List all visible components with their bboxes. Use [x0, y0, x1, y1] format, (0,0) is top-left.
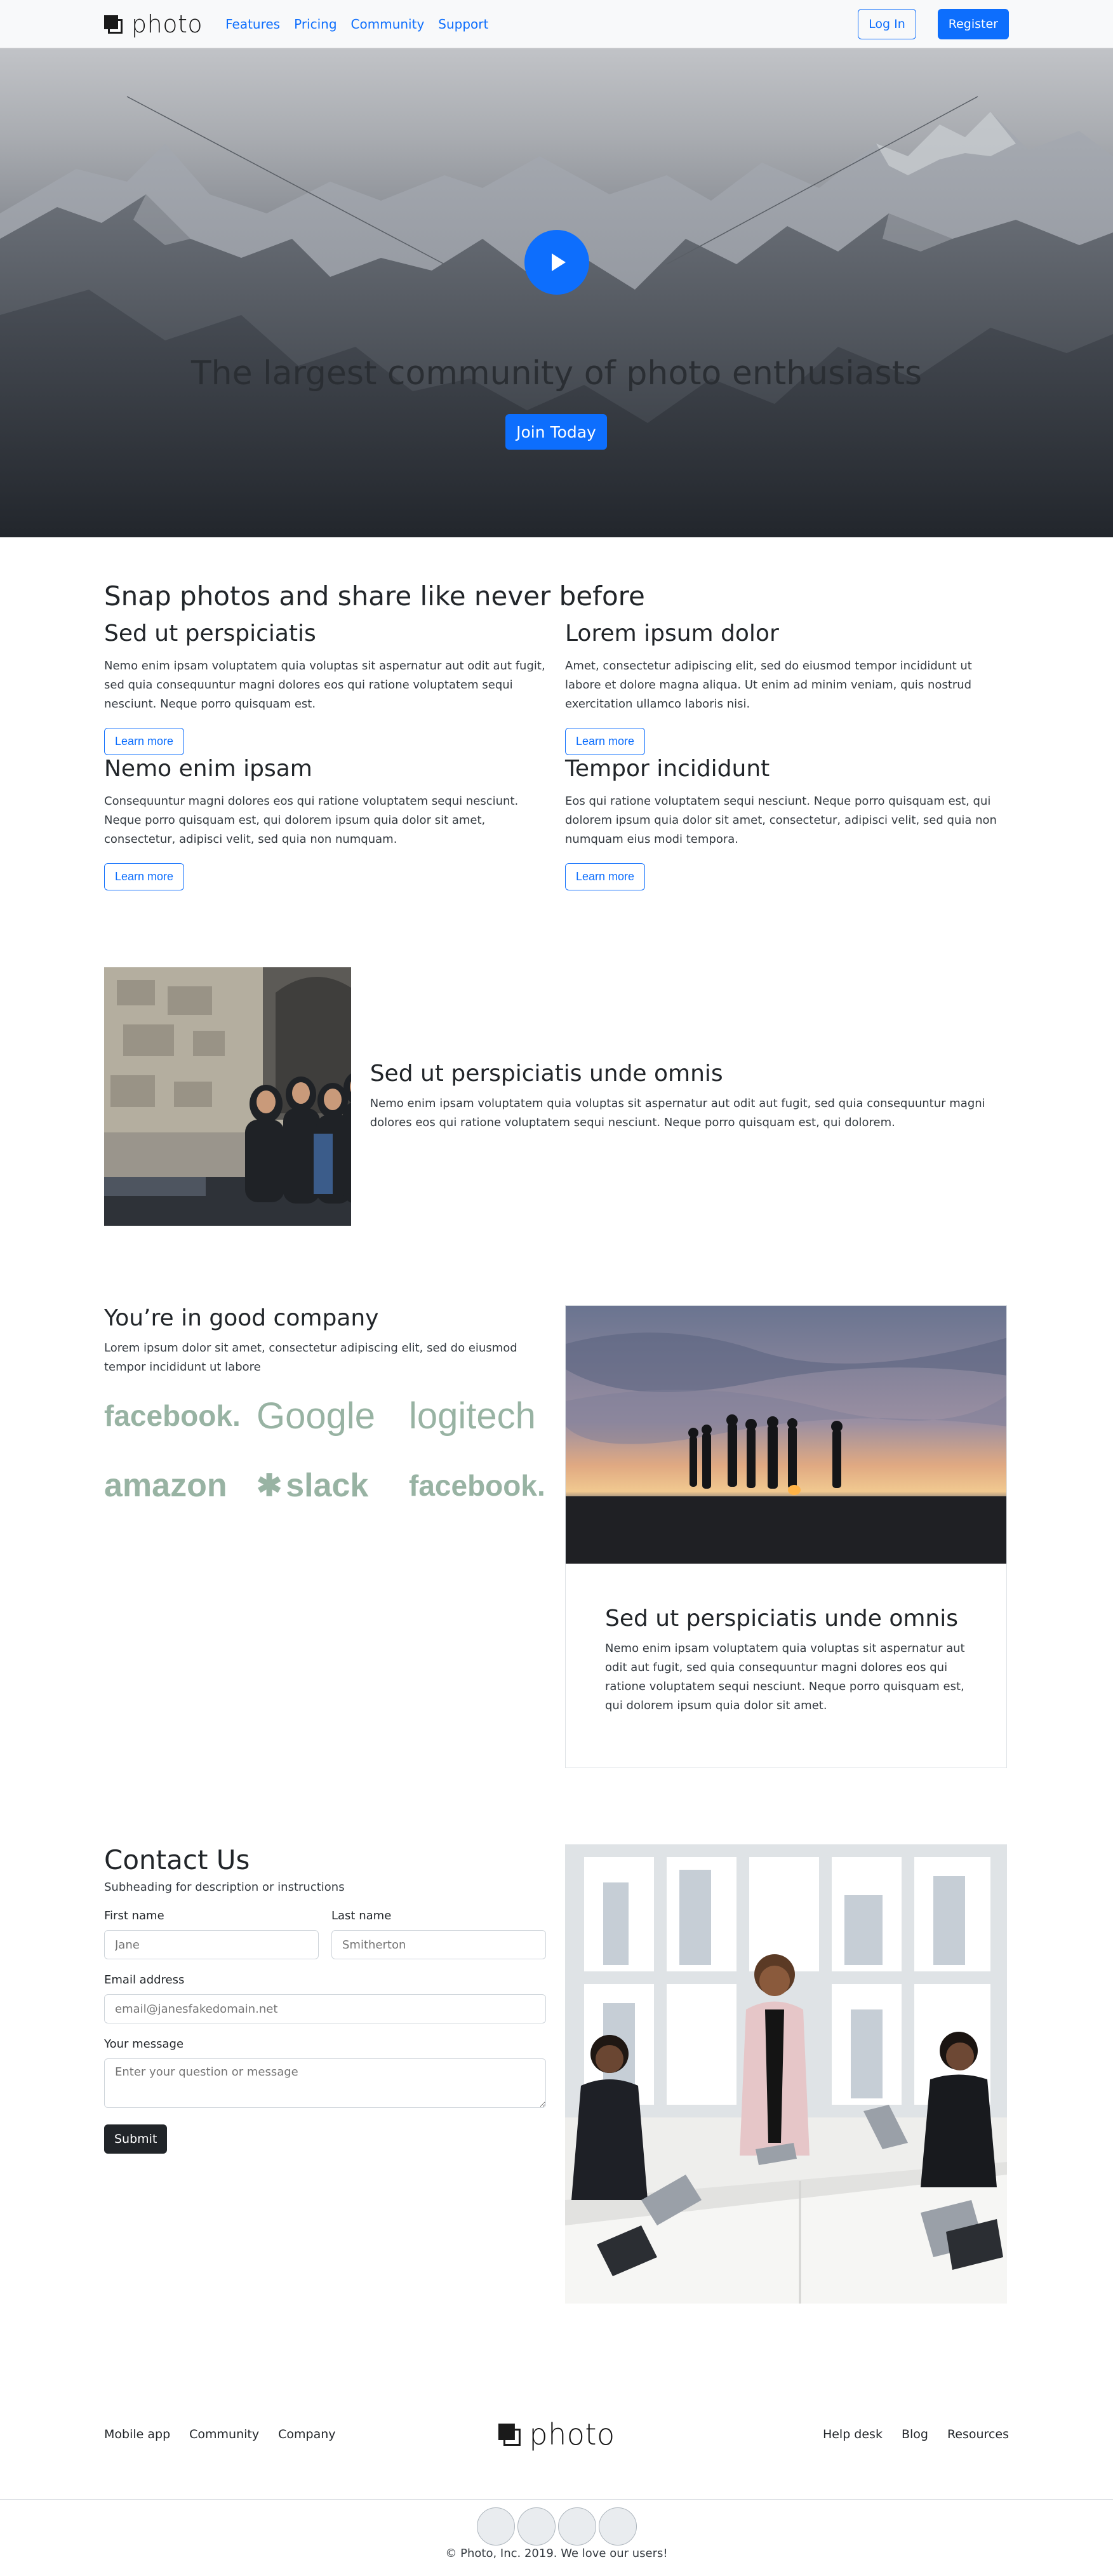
feature-text: Nemo enim ipsam voluptatem quia voluptas…: [104, 659, 545, 711]
company-section: You’re in good company Lorem ipsum dolor…: [104, 1305, 1009, 1768]
group-selfie-image: [104, 967, 351, 1226]
play-icon: [552, 253, 566, 271]
email-label: Email address: [104, 1973, 185, 1987]
slack-logo: ✱ slack: [257, 1467, 369, 1504]
play-video-button[interactable]: [524, 230, 589, 295]
submit-button[interactable]: Submit: [104, 2124, 168, 2154]
feature-row-section: Sed ut perspiciatis unde omnis Nemo enim…: [104, 967, 1009, 1226]
brand-logo-icon: [498, 2423, 521, 2446]
office-meeting-image: [565, 1844, 1007, 2304]
feature-text: Amet, consectetur adipiscing elit, sed d…: [565, 659, 972, 711]
contact-section: Contact Us Subheading for description or…: [104, 1844, 1009, 2304]
social-icon[interactable]: [476, 2507, 515, 2546]
last-name-input[interactable]: [331, 1930, 546, 1959]
social-links: [476, 2507, 637, 2546]
learn-more-button[interactable]: Learn more: [104, 863, 185, 890]
learn-more-button[interactable]: Learn more: [104, 728, 185, 755]
feature-item: Lorem ipsum dolor Amet, consectetur adip…: [565, 621, 1007, 756]
social-icon[interactable]: [598, 2507, 637, 2546]
brand-name: photo: [131, 10, 203, 38]
message-label: Your message: [104, 2037, 184, 2051]
message-textarea[interactable]: [104, 2058, 546, 2108]
feature-text: Consequuntur magni dolores eos qui ratio…: [104, 795, 519, 846]
footer-left-links: Mobile app Community Company: [104, 2427, 336, 2441]
nav-link-features[interactable]: Features: [225, 17, 280, 32]
facebook-logo: facebook.: [409, 1469, 545, 1502]
social-icon[interactable]: [517, 2507, 556, 2546]
partner-logos: facebook. Google logitech amazon ✱ slack …: [104, 1393, 546, 1508]
nav-links: Features Pricing Community Support: [225, 17, 488, 32]
feature-row-heading: Sed ut perspiciatis unde omnis: [370, 1061, 723, 1087]
google-logo: Google: [257, 1395, 376, 1437]
login-button[interactable]: Log In: [858, 9, 916, 39]
footer-brand-logo[interactable]: photo: [498, 2417, 615, 2452]
feature-item: Tempor incididunt Eos qui ratione volupt…: [565, 756, 1007, 891]
join-today-button[interactable]: Join Today: [505, 414, 607, 450]
company-text: Lorem ipsum dolor sit amet, consectetur …: [104, 1341, 517, 1374]
feature-card: Sed ut perspiciatis unde omnis Nemo enim…: [565, 1305, 1007, 1768]
amazon-logo: amazon: [104, 1467, 227, 1504]
learn-more-button[interactable]: Learn more: [565, 863, 646, 890]
logitech-logo: logitech: [409, 1395, 536, 1437]
card-heading: Sed ut perspiciatis unde omnis: [605, 1606, 958, 1632]
learn-more-button[interactable]: Learn more: [565, 728, 646, 755]
footer-link-help-desk[interactable]: Help desk: [823, 2427, 883, 2441]
footer-link-company[interactable]: Company: [278, 2427, 335, 2441]
brand-logo-icon: [104, 15, 123, 34]
footer-brand-name: photo: [529, 2417, 615, 2452]
feature-heading: Sed ut perspiciatis: [104, 621, 316, 647]
contact-subtitle: Subheading for description or instructio…: [104, 1881, 345, 1894]
hero-section: The largest community of photo enthusias…: [0, 48, 1113, 537]
contact-title: Contact Us: [104, 1844, 250, 1875]
last-name-label: Last name: [331, 1909, 392, 1922]
feature-heading: Lorem ipsum dolor: [565, 621, 779, 647]
features-section: Snap photos and share like never before …: [0, 537, 1113, 967]
first-name-label: First name: [104, 1909, 164, 1922]
footer: Mobile app Community Company photo Help …: [0, 2370, 1113, 2576]
first-name-input[interactable]: [104, 1930, 319, 1959]
beach-sunset-image: [566, 1306, 1006, 1564]
slack-hash-icon: ✱: [257, 1469, 283, 1503]
feature-text: Eos qui ratione voluptatem sequi nesciun…: [565, 795, 997, 846]
copyright-text: © Photo, Inc. 2019. We love our users!: [445, 2547, 668, 2560]
footer-link-community[interactable]: Community: [189, 2427, 259, 2441]
nav-link-support[interactable]: Support: [438, 17, 488, 32]
navbar: photo Features Pricing Community Support…: [0, 0, 1113, 48]
feature-item: Nemo enim ipsam Consequuntur magni dolor…: [104, 756, 546, 891]
footer-link-mobile-app[interactable]: Mobile app: [104, 2427, 170, 2441]
footer-link-resources[interactable]: Resources: [947, 2427, 1009, 2441]
features-title: Snap photos and share like never before: [104, 580, 645, 612]
nav-link-pricing[interactable]: Pricing: [294, 17, 337, 32]
company-heading: You’re in good company: [104, 1305, 379, 1331]
facebook-logo: facebook.: [104, 1399, 241, 1432]
card-text: Nemo enim ipsam voluptatem quia voluptas…: [605, 1642, 965, 1712]
footer-link-blog[interactable]: Blog: [902, 2427, 928, 2441]
feature-item: Sed ut perspiciatis Nemo enim ipsam volu…: [104, 621, 546, 756]
brand-logo[interactable]: photo: [104, 10, 203, 38]
feature-row-paragraph: Nemo enim ipsam voluptatem quia voluptas…: [370, 1097, 985, 1129]
feature-heading: Tempor incididunt: [565, 756, 770, 782]
hero-title: The largest community of photo enthusias…: [190, 354, 923, 392]
register-button[interactable]: Register: [937, 9, 1009, 39]
email-input[interactable]: [104, 1994, 546, 2023]
social-icon[interactable]: [557, 2507, 596, 2546]
contact-form: Contact Us Subheading for description or…: [104, 1844, 546, 2304]
nav-link-community[interactable]: Community: [351, 17, 425, 32]
feature-row-text: Sed ut perspiciatis unde omnis Nemo enim…: [370, 1061, 1009, 1132]
footer-right-links: Help desk Blog Resources: [823, 2427, 1009, 2441]
feature-heading: Nemo enim ipsam: [104, 756, 312, 782]
